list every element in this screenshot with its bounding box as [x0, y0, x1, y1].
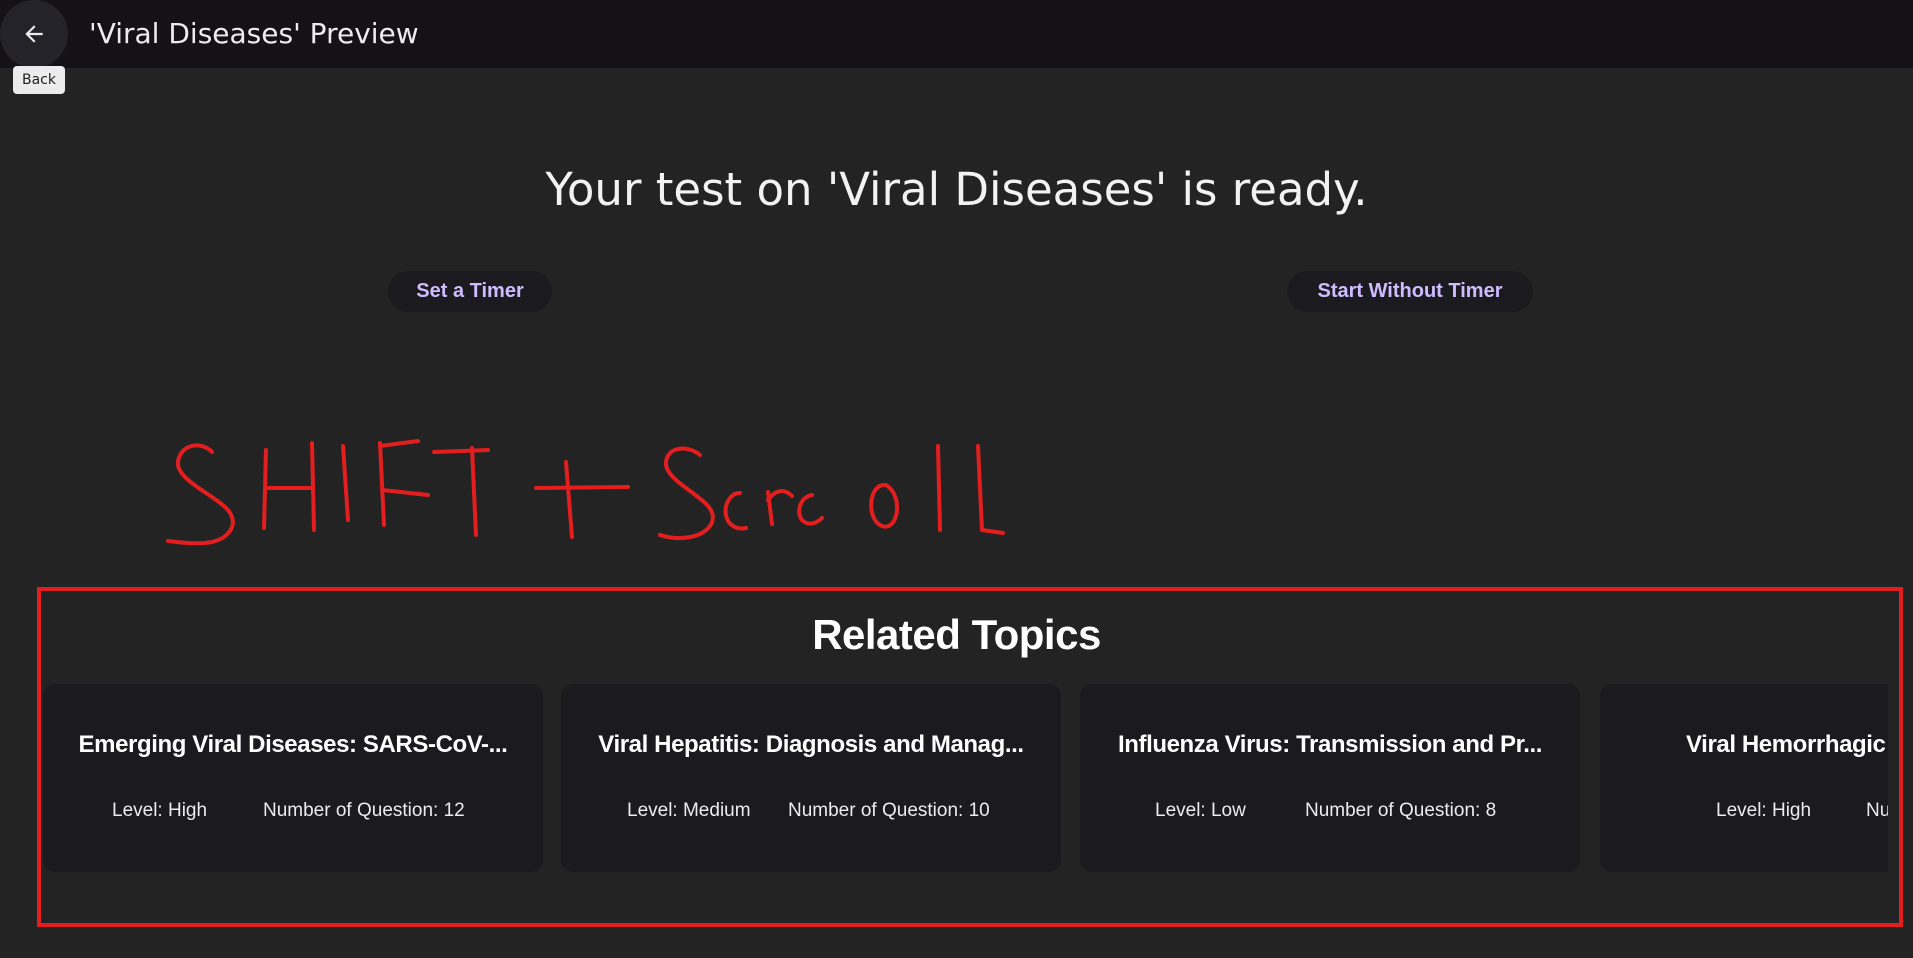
topic-card-title: Viral Hemorrhagic Feve — [1686, 731, 1888, 758]
topic-card-level: Level: Medium — [627, 800, 751, 821]
topic-card-question-count: Numbe — [1866, 800, 1888, 821]
topic-card-level: Level: Low — [1155, 800, 1246, 821]
topic-card[interactable]: Emerging Viral Diseases: SARS-CoV-... Le… — [43, 684, 543, 872]
topic-card-title: Influenza Virus: Transmission and Pr... — [1117, 731, 1543, 758]
page-title: 'Viral Diseases' Preview — [89, 17, 419, 50]
arrow-left-icon — [25, 25, 43, 43]
start-without-timer-button[interactable]: Start Without Timer — [1287, 271, 1533, 312]
topic-card-level: Level: High — [1716, 800, 1812, 821]
topic-card-question-count: Number of Question: 12 — [263, 800, 465, 821]
topic-card-level: Level: High — [112, 800, 208, 821]
topic-card-question-count: Number of Question: 10 — [788, 800, 990, 821]
app-bar: 'Viral Diseases' Preview — [0, 0, 1913, 68]
topic-card-title: Viral Hepatitis: Diagnosis and Manag... — [598, 731, 1024, 758]
related-topics-heading: Related Topics — [812, 611, 1101, 658]
topic-card[interactable]: Viral Hepatitis: Diagnosis and Manag... … — [561, 684, 1061, 872]
topic-card[interactable]: Influenza Virus: Transmission and Pr... … — [1080, 684, 1580, 872]
set-timer-button[interactable]: Set a Timer — [388, 271, 552, 312]
related-topics-carousel[interactable]: Emerging Viral Diseases: SARS-CoV-... Le… — [43, 684, 1888, 874]
topic-card[interactable]: Viral Hemorrhagic Feve Level: High Numbe — [1600, 684, 1888, 872]
topic-card-question-count: Number of Question: 8 — [1305, 800, 1497, 821]
back-tooltip: Back — [13, 66, 65, 94]
ready-heading: Your test on 'Viral Diseases' is ready. — [545, 163, 1368, 216]
topic-card-title: Emerging Viral Diseases: SARS-CoV-... — [78, 731, 508, 758]
back-button[interactable] — [0, 0, 68, 68]
